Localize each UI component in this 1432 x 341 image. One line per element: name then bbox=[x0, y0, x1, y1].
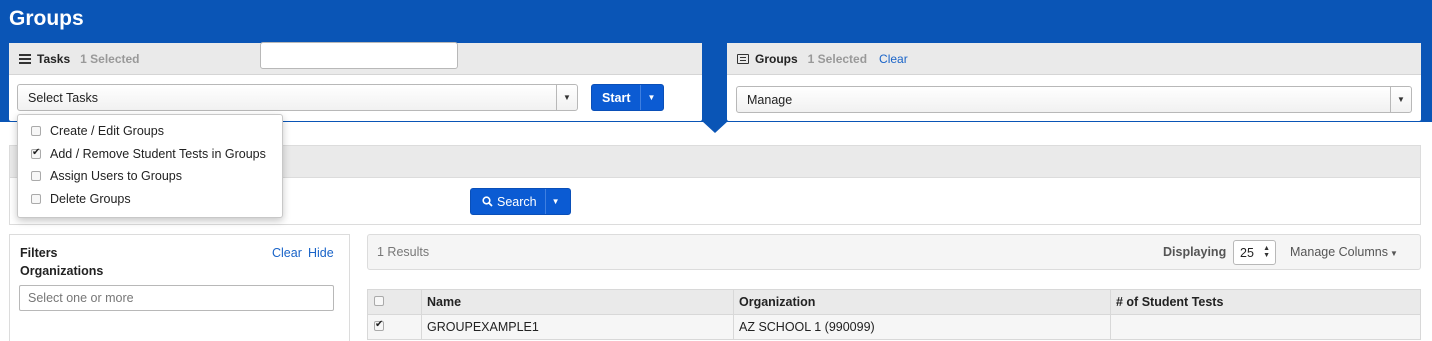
card-icon bbox=[737, 53, 749, 64]
tasks-title: Tasks bbox=[37, 51, 71, 66]
groups-panel-header: Groups 1 Selected Clear bbox=[727, 43, 1421, 75]
groups-manage-select[interactable]: Manage ▼ bbox=[736, 86, 1412, 113]
page-size-select[interactable]: 25 ▲ ▼ bbox=[1233, 240, 1276, 265]
tasks-selected-count: 1 Selected bbox=[80, 51, 140, 66]
task-option-delete-groups[interactable]: Delete Groups bbox=[18, 188, 282, 211]
organizations-input[interactable]: Select one or more bbox=[19, 285, 334, 311]
task-option-label: Create / Edit Groups bbox=[50, 124, 164, 139]
task-option-assign-users[interactable]: Assign Users to Groups bbox=[18, 165, 282, 188]
groups-title: Groups bbox=[755, 51, 798, 66]
row-checkbox-cell bbox=[367, 314, 422, 340]
chevron-down-icon[interactable]: ▼ bbox=[1390, 87, 1411, 112]
list-icon bbox=[19, 53, 31, 64]
tasks-select-value: Select Tasks bbox=[28, 90, 98, 105]
filters-hide-link[interactable]: Hide bbox=[308, 246, 334, 260]
column-header-organization[interactable]: Organization bbox=[733, 289, 1111, 315]
page-size-value: 25 bbox=[1240, 245, 1254, 260]
task-option-add-remove-student-tests[interactable]: Add / Remove Student Tests in Groups bbox=[18, 143, 282, 166]
search-options-caret-icon[interactable]: ▼ bbox=[544, 189, 566, 214]
cell-student-tests bbox=[1110, 314, 1421, 340]
row-checkbox-checked[interactable] bbox=[374, 319, 384, 331]
checkbox[interactable] bbox=[31, 171, 41, 182]
groups-clear-link[interactable]: Clear bbox=[879, 52, 908, 66]
displaying-label: Displaying bbox=[1163, 245, 1227, 259]
table-header-row: Name Organization # of Student Tests bbox=[367, 289, 1421, 315]
table-row[interactable]: GROUPEXAMPLE1 AZ SCHOOL 1 (990099) bbox=[367, 314, 1421, 340]
filters-title: Filters bbox=[20, 246, 58, 260]
organizations-placeholder: Select one or more bbox=[28, 291, 134, 305]
task-option-create-edit-groups[interactable]: Create / Edit Groups bbox=[18, 120, 282, 143]
column-header-name[interactable]: Name bbox=[421, 289, 734, 315]
column-header-student-tests[interactable]: # of Student Tests bbox=[1110, 289, 1421, 315]
up-down-arrows-icon: ▲ ▼ bbox=[1263, 245, 1270, 259]
caret-down-icon: ▼ bbox=[1389, 249, 1398, 258]
panel-pointer bbox=[702, 121, 728, 133]
search-button[interactable]: Search bbox=[471, 189, 545, 214]
tasks-select[interactable]: Select Tasks ▼ bbox=[17, 84, 578, 111]
cell-organization: AZ SCHOOL 1 (990099) bbox=[733, 314, 1111, 340]
checkbox[interactable] bbox=[31, 126, 41, 137]
search-input[interactable] bbox=[260, 42, 458, 69]
tasks-dropdown-menu: Create / Edit Groups Add / Remove Studen… bbox=[17, 114, 283, 218]
search-button-group: Search ▼ bbox=[470, 188, 571, 215]
manage-columns-dropdown[interactable]: Manage Columns ▼ bbox=[1290, 245, 1398, 259]
manage-columns-label: Manage Columns bbox=[1290, 245, 1388, 259]
page-title: Groups bbox=[9, 7, 84, 30]
start-options-caret-icon[interactable]: ▼ bbox=[640, 85, 661, 110]
search-icon bbox=[482, 196, 493, 207]
select-all-cell bbox=[367, 289, 422, 315]
start-button-group: Start ▼ bbox=[591, 84, 664, 111]
filters-clear-link[interactable]: Clear bbox=[272, 246, 302, 260]
filters-panel: Filters Organizations Clear Hide Select … bbox=[9, 234, 350, 341]
groups-selected-count: 1 Selected bbox=[807, 51, 868, 66]
results-bar: 1 Results Displaying 25 ▲ ▼ Manage Column… bbox=[367, 234, 1421, 270]
cell-name: GROUPEXAMPLE1 bbox=[421, 314, 734, 340]
checkbox-checked[interactable] bbox=[31, 147, 41, 159]
groups-select-value: Manage bbox=[747, 92, 793, 107]
task-option-label: Delete Groups bbox=[50, 191, 131, 206]
groups-table: Name Organization # of Student Tests GRO… bbox=[367, 289, 1421, 340]
select-all-checkbox[interactable] bbox=[374, 296, 384, 306]
chevron-down-icon[interactable]: ▼ bbox=[556, 85, 577, 110]
search-button-label: Search bbox=[497, 194, 537, 209]
checkbox[interactable] bbox=[31, 193, 41, 204]
results-count: 1 Results bbox=[377, 245, 430, 259]
start-button[interactable]: Start bbox=[592, 85, 640, 110]
task-option-label: Assign Users to Groups bbox=[50, 169, 182, 184]
task-option-label: Add / Remove Student Tests in Groups bbox=[50, 146, 266, 161]
filters-organizations-label: Organizations bbox=[20, 264, 104, 278]
